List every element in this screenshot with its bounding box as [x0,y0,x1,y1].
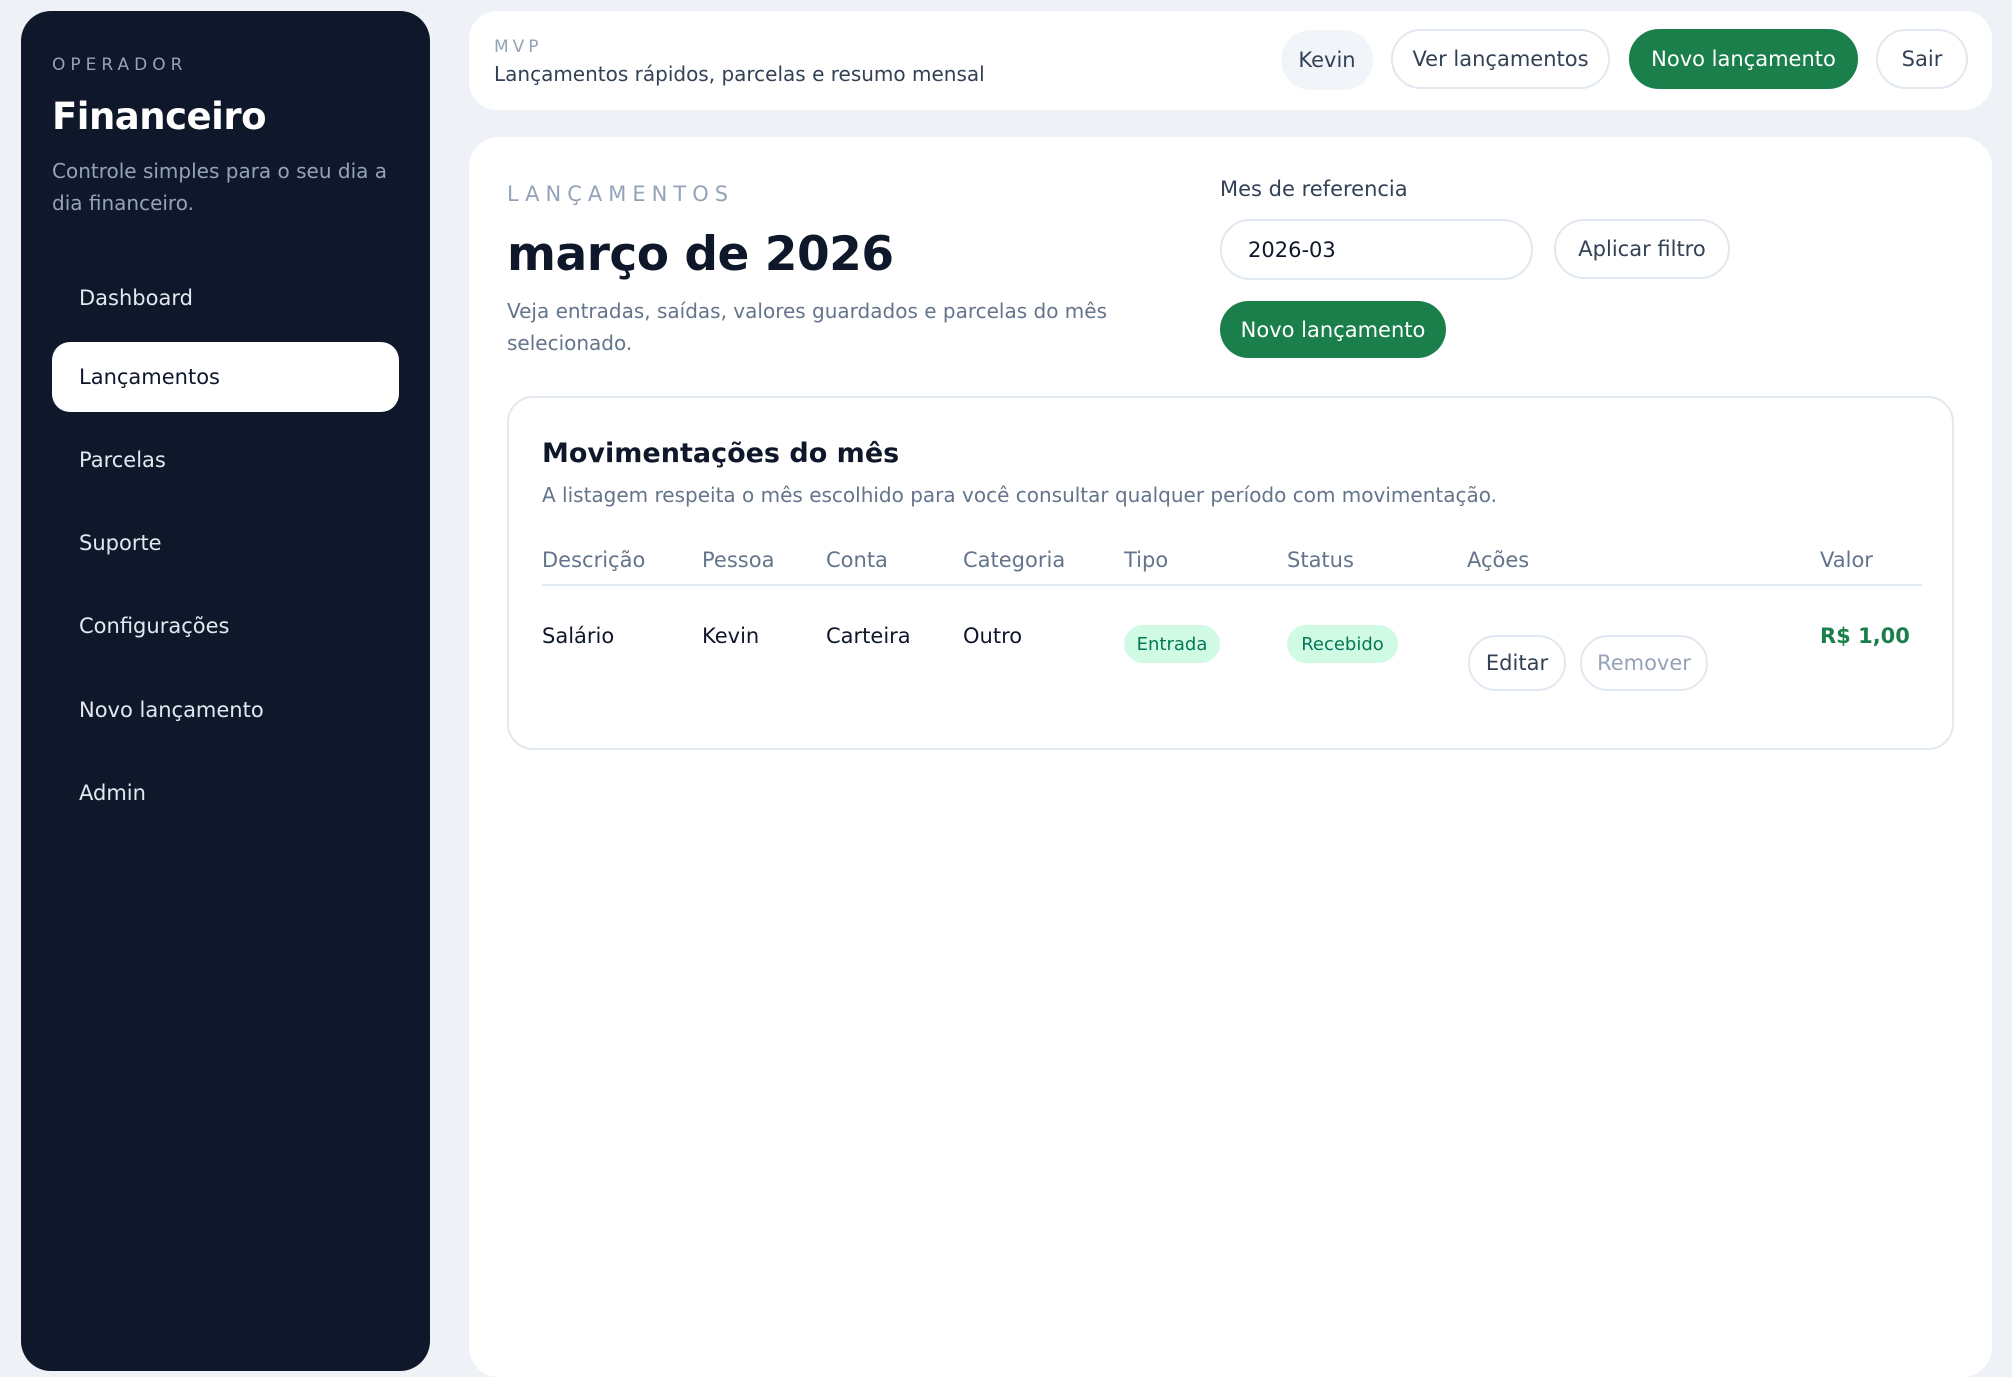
new-entry-button[interactable]: Novo lançamento [1220,301,1446,358]
sidebar-item-label: Dashboard [79,286,193,310]
page-description: Veja entradas, saídas, valores guardados… [507,299,1107,355]
movements-card: Movimentações do mês A listagem respeita… [507,396,1954,750]
sidebar-item-configuracoes[interactable]: Configurações [52,591,399,661]
movements-subtitle: A listagem respeita o mês escolhido para… [542,483,1497,507]
sidebar: OPERADOR Financeiro Controle simples par… [21,11,430,1371]
movements-title: Movimentações do mês [542,438,900,469]
sidebar-item-dashboard[interactable]: Dashboard [52,263,399,333]
sidebar-item-lancamentos[interactable]: Lançamentos [52,342,399,412]
type-badge: Entrada [1124,625,1220,663]
sidebar-item-parcelas[interactable]: Parcelas [52,425,399,495]
view-entries-button[interactable]: Ver lançamentos [1391,29,1610,89]
topbar-subtitle: Lançamentos rápidos, parcelas e resumo m… [494,62,985,86]
brand-description: Controle simples para o seu dia a dia fi… [52,159,388,215]
apply-filter-button[interactable]: Aplicar filtro [1554,219,1730,279]
column-header: Conta [826,548,888,572]
main-panel: LANÇAMENTOS março de 2026 Veja entradas,… [469,137,1992,1377]
column-header: Pessoa [702,548,775,572]
new-entry-top-button[interactable]: Novo lançamento [1629,29,1858,89]
cell-description: Salário [542,624,615,648]
column-header: Descrição [542,548,646,572]
brand-title: Financeiro [52,95,266,138]
column-header: Tipo [1124,548,1169,572]
sidebar-item-admin[interactable]: Admin [52,758,399,828]
column-header: Categoria [963,548,1066,572]
sidebar-item-label: Suporte [79,531,162,555]
cell-category: Outro [963,624,1023,648]
cell-person: Kevin [702,624,760,648]
sidebar-item-suporte[interactable]: Suporte [52,508,399,578]
cell-value: R$ 1,00 [1820,624,1910,648]
sidebar-item-label: Admin [79,781,146,805]
status-badge: Recebido [1287,625,1398,663]
table-header-divider [542,584,1922,586]
user-chip[interactable]: Kevin [1281,30,1373,90]
month-filter-label: Mes de referencia [1220,177,1408,201]
brand-kicker: OPERADOR [52,55,188,75]
edit-button[interactable]: Editar [1468,635,1566,691]
section-kicker: LANÇAMENTOS [507,182,735,206]
topbar: MVP Lançamentos rápidos, parcelas e resu… [469,11,1992,110]
month-input[interactable] [1220,219,1533,280]
remove-button[interactable]: Remover [1580,635,1708,691]
column-header: Valor [1820,548,1873,572]
topbar-kicker: MVP [494,37,543,57]
sidebar-item-label: Novo lançamento [79,698,264,722]
sidebar-item-label: Parcelas [79,448,166,472]
column-header: Ações [1467,548,1530,572]
sidebar-item-label: Configurações [79,614,230,638]
cell-account: Carteira [826,624,911,648]
column-header: Status [1287,548,1354,572]
page-title: março de 2026 [507,227,894,282]
sidebar-item-novo-lancamento[interactable]: Novo lançamento [52,675,399,745]
sidebar-item-label: Lançamentos [79,365,221,389]
logout-button[interactable]: Sair [1876,29,1968,89]
